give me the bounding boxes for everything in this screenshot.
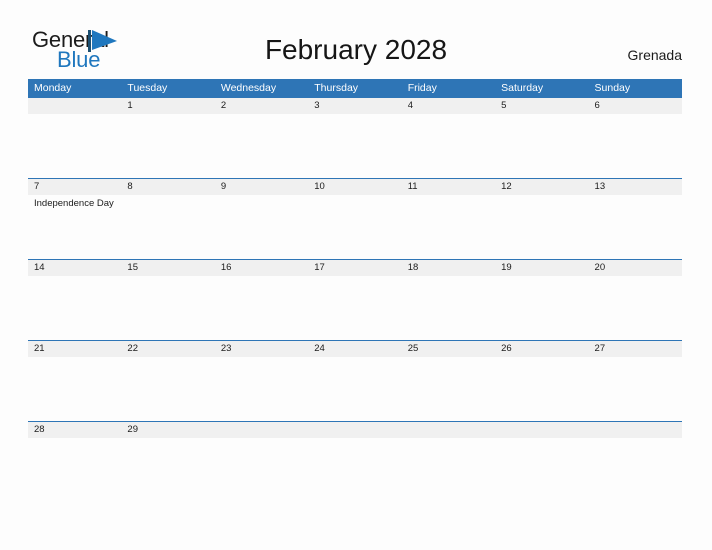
day-number: 22 (127, 343, 138, 354)
day-number (495, 422, 588, 438)
day-cell[interactable] (28, 114, 121, 178)
week-date-band: 21 22 23 24 25 26 27 (28, 340, 682, 357)
day-cell[interactable] (121, 114, 214, 178)
weekday-header-saturday: Saturday (501, 82, 544, 94)
day-number: 29 (127, 424, 138, 435)
calendar-week-row: 14 15 16 17 18 19 20 (28, 259, 682, 340)
day-number: 4 (407, 100, 413, 111)
day-number (589, 422, 682, 438)
calendar-week-row: 1 2 3 4 5 6 (28, 97, 682, 178)
day-number: 12 (501, 181, 512, 192)
day-cell[interactable] (215, 114, 308, 178)
day-number: 25 (407, 343, 419, 354)
day-number: 21 (34, 343, 45, 354)
day-cell[interactable] (28, 276, 121, 340)
page-title: February 2028 (264, 34, 448, 65)
day-number: 16 (220, 262, 232, 273)
weekday-header-tuesday: Tuesday (127, 82, 168, 94)
day-number: 2 (220, 100, 227, 111)
weekday-header-sunday: Sunday (594, 82, 631, 94)
day-cell[interactable] (589, 438, 682, 502)
day-cell[interactable] (589, 357, 682, 421)
week-event-band (28, 276, 682, 340)
day-number: 8 (127, 181, 133, 192)
weekday-header-thursday: Thursday (314, 82, 359, 94)
day-cell[interactable] (402, 357, 495, 421)
week-date-band: 1 2 3 4 5 6 (28, 97, 682, 114)
day-number: 27 (594, 343, 606, 354)
page-header: General Blue February 2028 Grenada (0, 0, 712, 78)
day-cell[interactable] (495, 195, 588, 259)
week-event-band (28, 357, 682, 421)
day-cell[interactable] (121, 276, 214, 340)
day-number: 23 (220, 343, 232, 354)
day-cell[interactable] (495, 276, 588, 340)
day-cell[interactable] (402, 114, 495, 178)
day-cell[interactable] (308, 114, 401, 178)
weekday-header-monday: Monday (34, 82, 72, 94)
day-number (215, 422, 308, 438)
day-number (28, 98, 121, 114)
day-cell[interactable] (28, 357, 121, 421)
calendar-weekday-header-row: Monday Tuesday Wednesday Thursday Friday… (28, 79, 682, 97)
day-cell[interactable] (589, 195, 682, 259)
day-cell[interactable] (308, 357, 401, 421)
day-cell[interactable]: Independence Day (28, 195, 121, 259)
week-date-band: 28 29 (28, 421, 682, 438)
calendar-table: Monday Tuesday Wednesday Thursday Friday… (28, 79, 682, 502)
day-cell[interactable] (28, 438, 121, 502)
day-cell[interactable] (215, 195, 308, 259)
country-label: Grenada (627, 47, 682, 63)
day-cell[interactable] (121, 357, 214, 421)
day-number (308, 422, 401, 438)
day-number: 15 (127, 262, 138, 273)
day-number: 20 (594, 262, 606, 273)
day-cell[interactable] (589, 114, 682, 178)
day-cell[interactable] (121, 195, 214, 259)
weekday-header-wednesday: Wednesday (220, 82, 277, 94)
day-cell[interactable] (402, 438, 495, 502)
day-number: 18 (407, 262, 419, 273)
day-cell[interactable] (215, 276, 308, 340)
day-cell[interactable] (308, 195, 401, 259)
day-cell[interactable] (308, 438, 401, 502)
day-number: 17 (314, 262, 325, 273)
day-cell[interactable] (215, 357, 308, 421)
day-number: 26 (501, 343, 512, 354)
calendar-week-row: 7 8 9 10 11 12 13 Independence Day (28, 178, 682, 259)
week-event-band (28, 438, 682, 502)
day-number: 3 (314, 100, 320, 111)
day-number: 10 (314, 181, 325, 192)
day-cell[interactable] (495, 114, 588, 178)
day-number (402, 422, 495, 438)
week-event-band: Independence Day (28, 195, 682, 259)
week-date-band: 7 8 9 10 11 12 13 (28, 178, 682, 195)
day-number: 11 (407, 181, 418, 192)
day-number: 19 (501, 262, 512, 273)
day-cell[interactable] (121, 438, 214, 502)
day-cell[interactable] (495, 357, 588, 421)
day-cell[interactable] (308, 276, 401, 340)
week-date-band: 14 15 16 17 18 19 20 (28, 259, 682, 276)
day-cell[interactable] (589, 276, 682, 340)
calendar-week-row: 21 22 23 24 25 26 27 (28, 340, 682, 421)
day-number: 1 (127, 100, 133, 111)
day-number: 24 (314, 343, 325, 354)
day-number: 28 (34, 424, 45, 435)
day-number: 9 (220, 181, 227, 192)
day-event-text: Independence Day (34, 198, 114, 209)
day-cell[interactable] (402, 276, 495, 340)
day-number: 6 (594, 100, 600, 111)
day-number: 14 (34, 262, 45, 273)
day-number: 5 (501, 100, 507, 111)
day-cell[interactable] (495, 438, 588, 502)
calendar-week-row: 28 29 (28, 421, 682, 502)
day-cell[interactable] (402, 195, 495, 259)
day-number: 7 (34, 181, 40, 192)
day-number: 13 (594, 181, 606, 192)
week-event-band (28, 114, 682, 178)
weekday-header-friday: Friday (407, 82, 437, 94)
day-cell[interactable] (215, 438, 308, 502)
